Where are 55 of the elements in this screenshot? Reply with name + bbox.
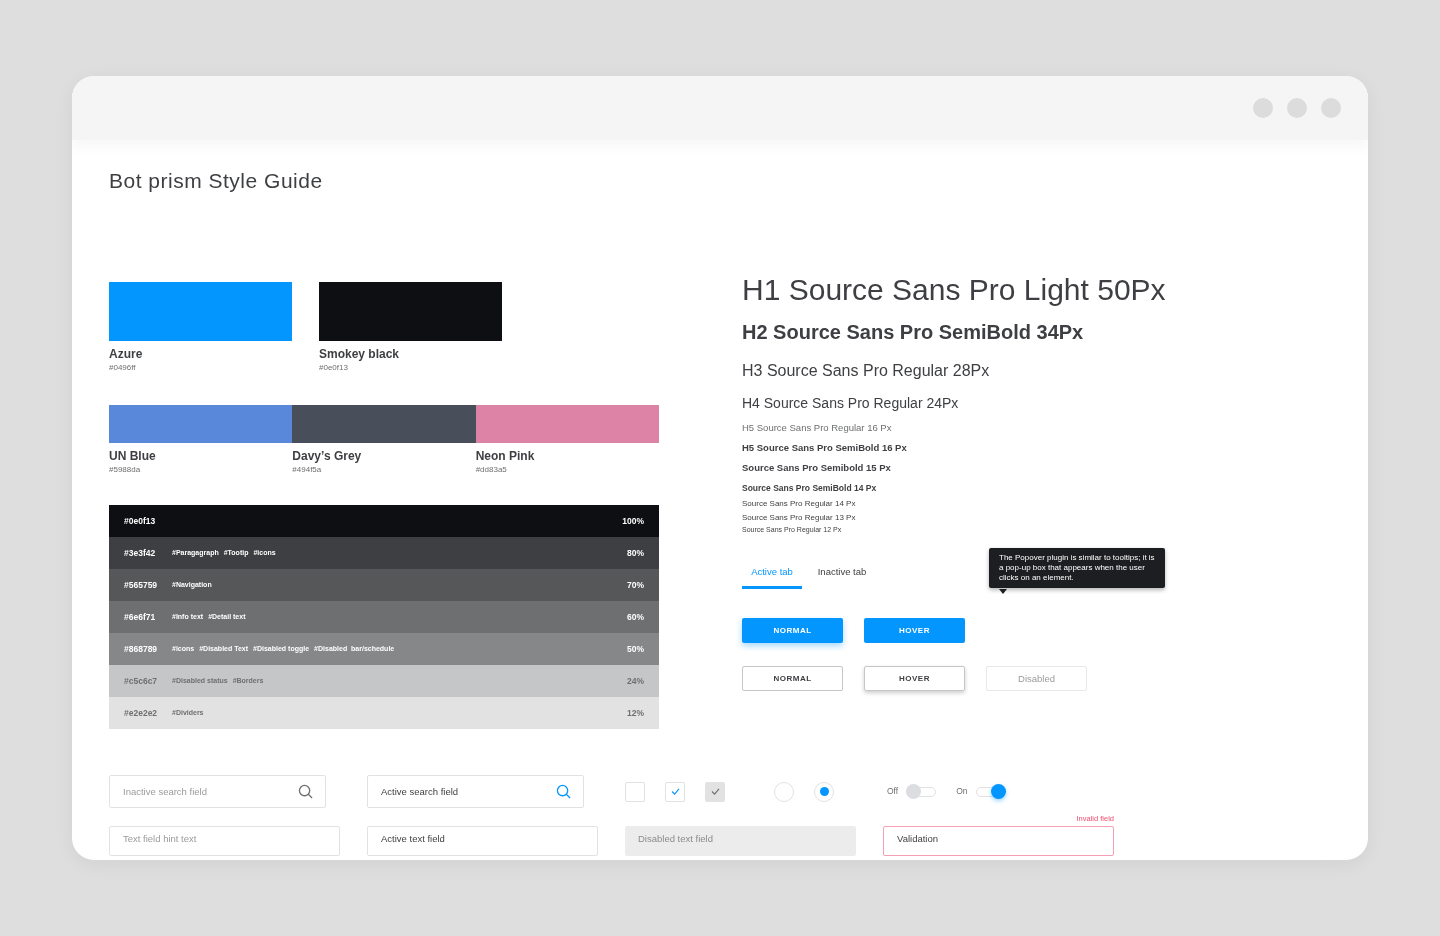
typography-sample: H2 Source Sans Pro SemiBold 34Px <box>742 320 1085 345</box>
opacity-percent: 80% <box>627 546 644 560</box>
typography-sample: Source Sans Pro Semibold 15 Px <box>742 461 892 475</box>
color-hex: #0e0f13 <box>124 514 157 528</box>
color-hex: #c5c6c7 <box>124 674 159 688</box>
text-field[interactable]: Text field hint text <box>109 826 340 856</box>
color-hex: #494f5a <box>292 464 323 475</box>
opacity-percent: 70% <box>627 578 644 592</box>
typography-sample: H4 Source Sans Pro Regular 24Px <box>742 394 960 413</box>
search-field[interactable]: Active search field <box>367 775 584 808</box>
color-name: Neon Pink <box>475 448 536 464</box>
typography-sample: H5 Source Sans Pro SemiBold 16 Px <box>742 441 908 455</box>
color-name: Azure <box>109 346 144 362</box>
color-hex: #3e3f42 <box>124 546 157 560</box>
text-field[interactable]: Active text field <box>367 826 598 856</box>
toggle-label: On <box>956 785 968 798</box>
opacity-percent: 100% <box>622 514 644 528</box>
check-icon <box>710 788 720 795</box>
color-hex: #6e6f71 <box>124 610 157 624</box>
button[interactable]: NORMAL <box>742 666 843 692</box>
color-name: Davy’s Grey <box>292 448 363 464</box>
opacity-percent: 60% <box>627 610 644 624</box>
toggle-switch[interactable] <box>975 786 1006 797</box>
search-icon[interactable] <box>556 784 571 799</box>
page-title: Bot prism Style Guide <box>109 168 324 194</box>
tooltip-pointer-icon <box>999 589 1007 594</box>
color-name: UN Blue <box>109 448 157 464</box>
tab[interactable]: Inactive tab <box>812 562 872 590</box>
toggle-label: Off <box>887 785 899 798</box>
search-icon[interactable] <box>298 784 313 799</box>
color-name: Smokey black <box>319 346 401 362</box>
typography-sample: H5 Source Sans Pro Regular 16 Px <box>742 421 893 435</box>
color-hex: #e2e2e2 <box>124 706 159 720</box>
opacity-percent: 24% <box>627 674 644 688</box>
color-hex: #565759 <box>124 578 159 592</box>
check-icon <box>670 788 680 795</box>
typography-sample: Source Sans Pro SemiBold 14 Px <box>742 482 878 495</box>
color-hex: #0496ff <box>109 362 137 373</box>
typography-sample: H1 Source Sans Pro Light 50Px <box>742 272 1167 308</box>
typography-sample: H3 Source Sans Pro Regular 28Px <box>742 361 991 381</box>
typography-sample: Source Sans Pro Regular 13 Px <box>742 512 857 524</box>
typography-sample: Source Sans Pro Regular 14 Px <box>742 498 857 510</box>
tooltip: The Popover plugin is similar to tooltips; it is a pop-up box that appears when the user clicks on an element. <box>989 548 1165 588</box>
text-field[interactable]: Validation <box>883 826 1114 856</box>
checkbox[interactable] <box>665 781 685 802</box>
button[interactable]: HOVER <box>864 666 965 692</box>
opacity-percent: 50% <box>627 642 644 656</box>
color-hex: #5988da <box>109 464 142 475</box>
checkbox[interactable] <box>625 781 645 802</box>
color-hex: #dd83a5 <box>475 464 508 475</box>
toggle-switch[interactable] <box>906 786 937 797</box>
opacity-percent: 12% <box>627 706 644 720</box>
color-hex: #0e0f13 <box>319 362 349 373</box>
search-field[interactable]: Inactive search field <box>109 775 326 808</box>
color-hex: #868789 <box>124 642 159 656</box>
